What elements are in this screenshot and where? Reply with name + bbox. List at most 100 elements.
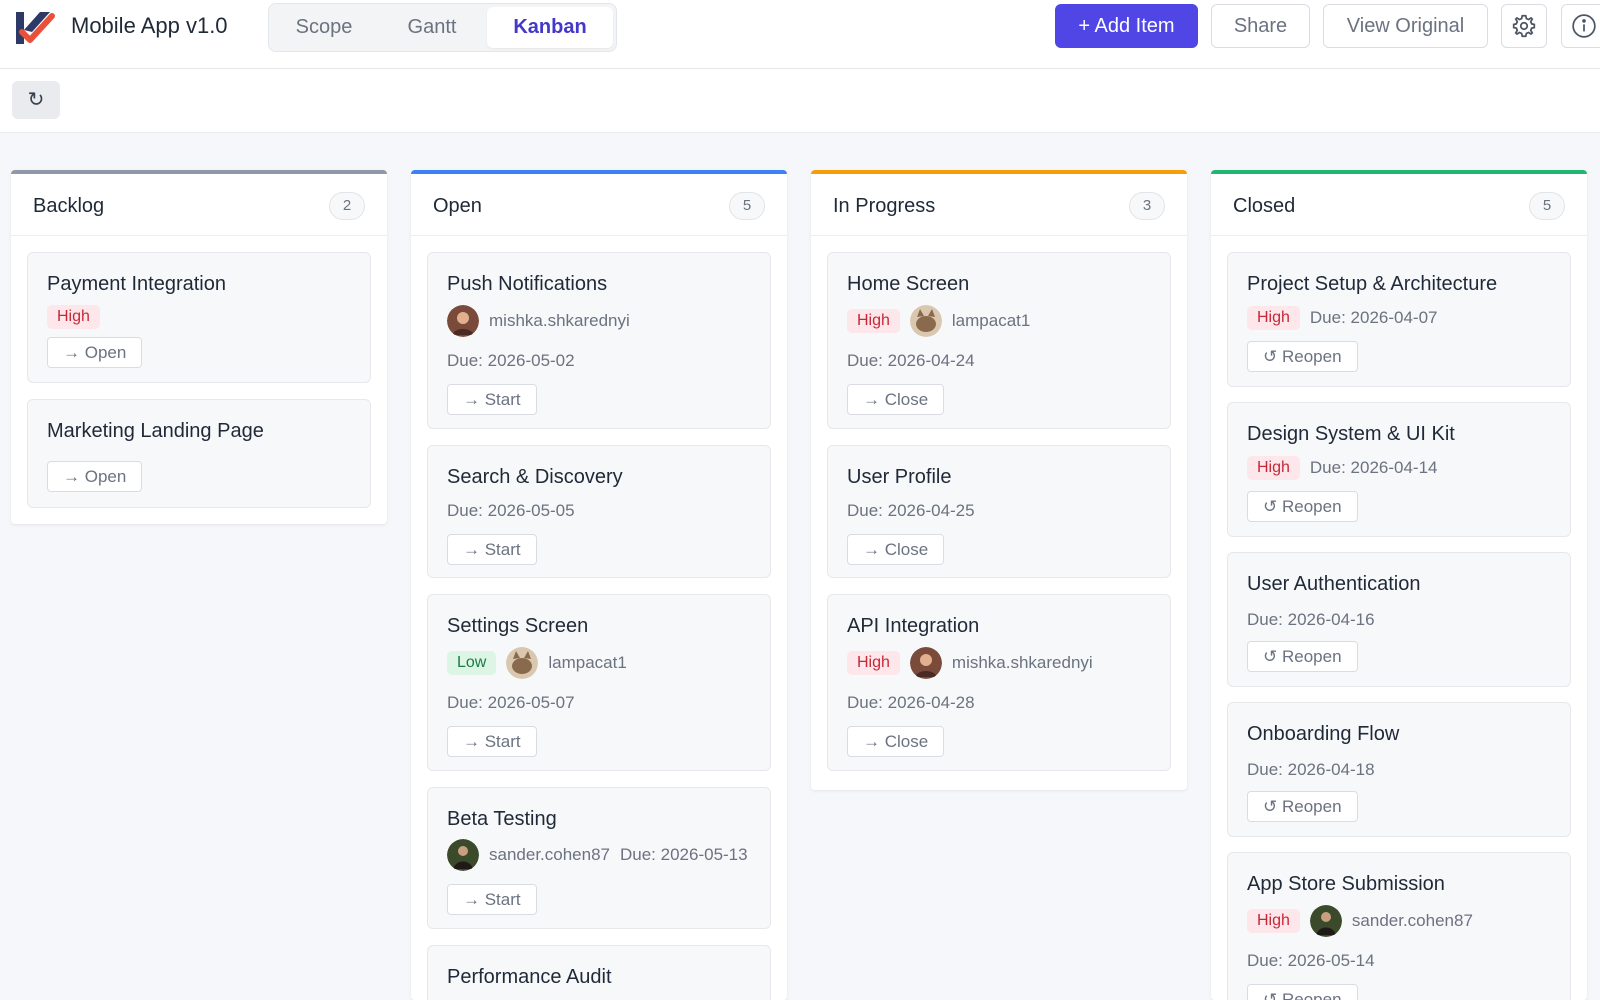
move-close-button[interactable]: → Close	[847, 534, 945, 565]
due-date: Due: 2026-04-18	[1247, 760, 1375, 779]
due-date: Due: 2026-04-16	[1247, 610, 1375, 629]
card-meta: sander.cohen87 Due: 2026-05-13	[447, 838, 748, 872]
task-card[interactable]: Onboarding Flow Due: 2026-04-18 ↺ Reopen	[1227, 702, 1571, 837]
gear-icon	[1512, 14, 1536, 38]
due-date: Due: 2026-04-24	[847, 351, 975, 370]
column-title: Backlog	[33, 195, 105, 217]
priority-badge: High	[1247, 909, 1300, 933]
column-count-badge: 3	[1129, 192, 1165, 220]
task-card[interactable]: API Integration High mishka.shkarednyi D…	[827, 594, 1171, 771]
column-in-progress: In Progress 3 Home Screen High lampacat1…	[811, 170, 1187, 790]
reopen-button[interactable]: ↺ Reopen	[1247, 491, 1358, 522]
card-title: Onboarding Flow	[1247, 723, 1400, 745]
task-card[interactable]: Settings Screen Low lampacat1 Due: 2026-…	[427, 594, 771, 771]
view-original-button[interactable]: View Original	[1323, 4, 1488, 48]
card-meta: High	[47, 300, 100, 334]
task-card[interactable]: Marketing Landing Page → Open	[27, 399, 371, 508]
column-title: In Progress	[833, 195, 936, 217]
move-start-button[interactable]: → Start	[447, 726, 537, 757]
card-title: Performance Audit	[447, 966, 612, 988]
priority-badge: Low	[447, 651, 497, 675]
task-card[interactable]: Project Setup & Architecture High Due: 2…	[1227, 252, 1571, 387]
avatar	[909, 647, 942, 679]
reopen-button[interactable]: ↺ Reopen	[1247, 791, 1358, 822]
card-meta: mishka.shkarednyi	[447, 304, 630, 338]
tab-kanban[interactable]: Kanban	[487, 7, 613, 48]
assignee-name: mishka.shkarednyi	[489, 311, 630, 330]
move-close-button[interactable]: → Close	[847, 726, 945, 757]
task-card[interactable]: Search & Discovery Due: 2026-05-05 → Sta…	[427, 445, 771, 578]
card-title: Home Screen	[847, 273, 970, 295]
add-item-button[interactable]: + Add Item	[1055, 4, 1198, 48]
avatar	[1309, 905, 1342, 937]
card-title: Design System & UI Kit	[1247, 423, 1455, 445]
assignee-name: mishka.shkarednyi	[951, 653, 1093, 672]
reopen-button[interactable]: ↺ Reopen	[1247, 341, 1358, 372]
avatar	[447, 305, 479, 337]
refresh-button[interactable]: ↻	[12, 81, 60, 119]
column-header: Open 5	[411, 174, 787, 236]
due-date: Due: 2026-05-14	[1247, 951, 1375, 970]
card-title: Settings Screen	[447, 615, 589, 637]
column-backlog: Backlog 2 Payment Integration High → Ope…	[11, 170, 387, 524]
reopen-button[interactable]: ↺ Reopen	[1247, 641, 1358, 672]
card-meta: High mishka.shkarednyi	[847, 646, 1093, 680]
view-switcher: Scope Gantt Kanban	[268, 3, 617, 52]
task-card[interactable]: Payment Integration High → Open	[27, 252, 371, 383]
column-count-badge: 2	[329, 192, 365, 220]
assignee-name: sander.cohen87	[1351, 911, 1473, 930]
card-meta: High Due: 2026-04-07	[1247, 301, 1438, 335]
column-header: In Progress 3	[811, 174, 1187, 236]
task-card[interactable]: Beta Testing sander.cohen87 Due: 2026-05…	[427, 787, 771, 929]
priority-badge: High	[1247, 456, 1300, 480]
task-card[interactable]: Push Notifications mishka.shkarednyi Due…	[427, 252, 771, 429]
assignee-name: lampacat1	[548, 653, 627, 672]
info-button[interactable]	[1561, 4, 1600, 48]
card-title: Beta Testing	[447, 808, 557, 830]
assignee-name: lampacat1	[951, 311, 1031, 330]
column-count-badge: 5	[729, 192, 765, 220]
reopen-button[interactable]: ↺ Reopen	[1247, 984, 1358, 1000]
column-header: Backlog 2	[11, 174, 387, 236]
card-title: User Authentication	[1247, 573, 1421, 595]
due-date: Due: 2026-04-07	[1309, 308, 1438, 327]
move-open-button[interactable]: → Open	[47, 337, 143, 368]
move-close-button[interactable]: → Close	[847, 384, 945, 415]
priority-badge: High	[847, 309, 900, 333]
due-date: Due: 2026-04-25	[847, 501, 975, 520]
tab-gantt[interactable]: Gantt	[383, 7, 481, 48]
move-start-button[interactable]: → Start	[447, 884, 537, 915]
task-card[interactable]: User Profile Due: 2026-04-25 → Close	[827, 445, 1171, 578]
settings-button[interactable]	[1501, 4, 1547, 48]
priority-badge: High	[847, 651, 900, 675]
top-bar: Mobile App v1.0 Scope Gantt Kanban + Add…	[0, 0, 1600, 69]
share-button[interactable]: Share	[1211, 4, 1310, 48]
column-header: Closed 5	[1211, 174, 1587, 236]
priority-badge: High	[1247, 306, 1300, 330]
card-title: Project Setup & Architecture	[1247, 273, 1498, 295]
assignee-name: sander.cohen87	[489, 845, 610, 864]
card-meta: High sander.cohen87	[1247, 904, 1570, 938]
card-title: Marketing Landing Page	[47, 420, 264, 442]
move-start-button[interactable]: → Start	[447, 384, 537, 415]
app-logo-icon	[16, 12, 55, 44]
column-title: Open	[433, 195, 482, 217]
due-date: Due: 2026-05-07	[447, 693, 575, 712]
info-icon	[1572, 14, 1596, 38]
card-title: Payment Integration	[47, 273, 226, 295]
task-card[interactable]: App Store Submission High sander.cohen87…	[1227, 852, 1571, 1000]
card-meta: High Due: 2026-04-14	[1247, 451, 1438, 485]
task-card[interactable]: Performance Audit	[427, 945, 771, 1000]
task-card[interactable]: Design System & UI Kit High Due: 2026-04…	[1227, 402, 1571, 537]
due-date: Due: 2026-05-05	[447, 501, 575, 520]
card-title: User Profile	[847, 466, 952, 488]
column-count-badge: 5	[1529, 192, 1565, 220]
board-toolbar: ↻	[0, 69, 1600, 133]
move-open-button[interactable]: → Open	[47, 461, 143, 492]
task-card[interactable]: User Authentication Due: 2026-04-16 ↺ Re…	[1227, 552, 1571, 687]
tab-scope[interactable]: Scope	[271, 7, 377, 48]
move-start-button[interactable]: → Start	[447, 534, 537, 565]
due-date: Due: 2026-04-28	[847, 693, 975, 712]
task-card[interactable]: Home Screen High lampacat1 Due: 2026-04-…	[827, 252, 1171, 429]
avatar	[447, 839, 479, 871]
